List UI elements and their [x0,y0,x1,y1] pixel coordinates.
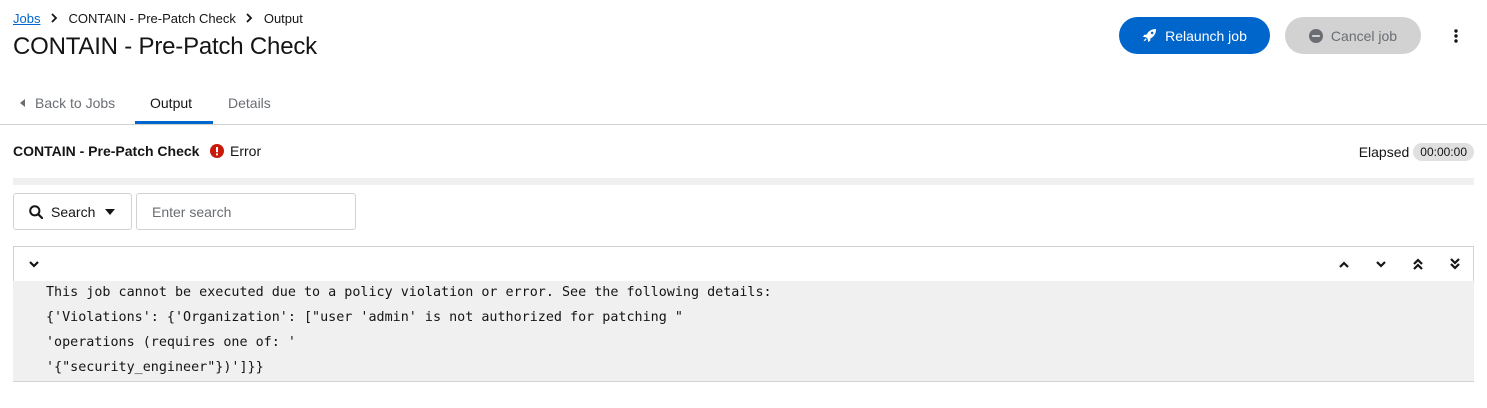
scroll-first-icon[interactable] [1409,255,1427,273]
kebab-menu-icon[interactable] [1446,26,1466,46]
minus-circle-icon [1308,28,1323,43]
breadcrumb-item-output: Output [263,10,303,26]
cancel-job-button[interactable]: Cancel job [1285,17,1421,54]
job-status-label: Error [230,143,262,159]
breadcrumb-link-jobs[interactable]: Jobs [13,11,40,26]
search-select-label: Search [51,203,96,220]
scroll-down-icon[interactable] [1372,255,1390,273]
job-name: CONTAIN - Pre-Patch Check [13,143,200,159]
output-line: This job cannot be executed due to a pol… [46,285,772,300]
relaunch-job-button[interactable]: Relaunch job [1119,17,1270,54]
chevron-right-icon [40,13,68,23]
chevron-right-icon [236,13,264,23]
relaunch-job-label: Relaunch job [1165,27,1247,44]
scroll-last-icon[interactable] [1446,255,1464,273]
output-line: 'operations (requires one of: ' [46,335,296,350]
elapsed-badge: 00:00:00 [1413,143,1474,161]
breadcrumb-item-job: CONTAIN - Pre-Patch Check [68,10,236,26]
rocket-icon [1142,28,1157,43]
search-filter-select[interactable]: Search [13,193,132,230]
search-icon [29,204,43,219]
elapsed-label: Elapsed [1358,144,1410,160]
tab-output[interactable]: Output [150,80,192,125]
output-line: {'Violations': {'Organization': ["user '… [46,310,683,325]
cancel-job-label: Cancel job [1330,27,1398,44]
active-tab-indicator [135,121,213,124]
caret-down-icon [105,208,116,215]
tab-label: Back to Jobs [35,94,116,111]
collapse-all-icon[interactable] [25,255,43,273]
output-toolbar [13,246,1474,281]
exclamation-circle-icon [210,144,224,158]
elapsed-time: Elapsed 00:00:00 [1359,143,1474,161]
scroll-up-icon[interactable] [1335,255,1353,273]
tab-back-to-jobs[interactable]: Back to Jobs [20,80,115,125]
breadcrumb: Jobs CONTAIN - Pre-Patch Check Output [13,10,303,26]
caret-left-icon [20,98,25,107]
job-status: Error [210,143,261,159]
tab-details[interactable]: Details [228,80,271,125]
search-input[interactable] [136,193,356,230]
page-title: CONTAIN - Pre-Patch Check [13,33,317,60]
tab-label: Output [150,94,193,111]
job-output-body: This job cannot be executed due to a pol… [13,281,1474,382]
job-progress-bar [13,178,1474,185]
tab-bar: Back to Jobs Output Details [0,80,1487,125]
output-line: '{"security_engineer"})']}} [46,360,264,375]
tab-label: Details [228,94,271,111]
